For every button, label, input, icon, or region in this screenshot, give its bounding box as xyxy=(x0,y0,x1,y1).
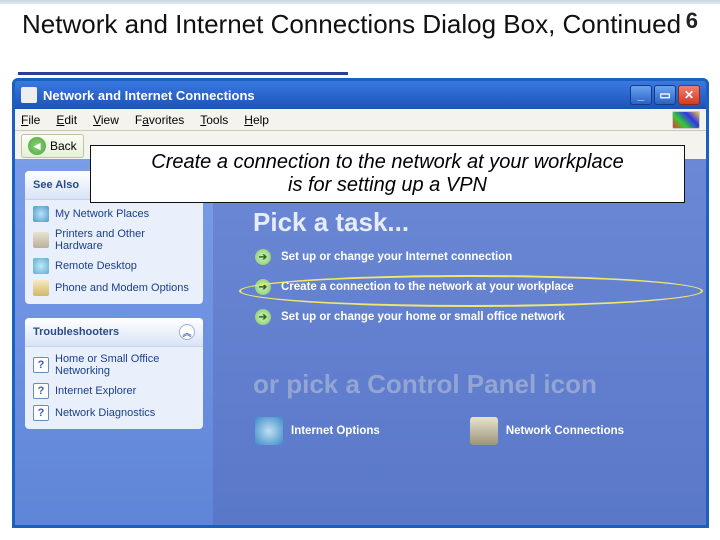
main-pane: Network and Internet Connections Pick a … xyxy=(213,159,706,525)
sidebar-item-label: My Network Places xyxy=(55,208,149,220)
callout-line1: Create a connection to the network at yo… xyxy=(151,151,623,174)
sidebar-item-label: Phone and Modem Options xyxy=(55,282,189,294)
slide-title-underline xyxy=(18,72,348,75)
task-setup-internet[interactable]: ➔ Set up or change your Internet connecti… xyxy=(255,249,692,265)
printer-icon xyxy=(33,232,49,248)
menu-edit[interactable]: Edit xyxy=(56,113,77,127)
arrow-right-icon: ➔ xyxy=(255,249,271,265)
help-icon: ? xyxy=(33,405,49,421)
back-button[interactable]: ◄ Back xyxy=(21,134,84,158)
window-title: Network and Internet Connections xyxy=(43,88,255,103)
task-label: Create a connection to the network at yo… xyxy=(281,281,574,293)
help-icon: ? xyxy=(33,357,49,373)
window-titlebar[interactable]: Network and Internet Connections _ ▭ ✕ xyxy=(15,81,706,109)
cp-item-label: Internet Options xyxy=(291,425,380,437)
slide-title: Network and Internet Connections Dialog … xyxy=(22,10,681,40)
network-connections-icon xyxy=(470,417,498,445)
cp-item-internet-options[interactable]: Internet Options xyxy=(255,417,380,445)
task-label: Set up or change your Internet connectio… xyxy=(281,251,512,263)
maximize-button[interactable]: ▭ xyxy=(654,85,676,105)
sidebar-item-label: Internet Explorer xyxy=(55,385,136,397)
window-client-area: See Also ︽ My Network Places Printers an… xyxy=(15,159,706,525)
windows-flag-icon xyxy=(672,111,700,129)
menu-view[interactable]: View xyxy=(93,113,119,127)
slide-page-number: 6 xyxy=(686,8,698,34)
sidebar-item-label: Home or Small Office Networking xyxy=(55,353,195,377)
panel-troubleshooters: Troubleshooters ︽ ? Home or Small Office … xyxy=(25,318,203,429)
arrow-right-icon: ➔ xyxy=(255,309,271,325)
sidebar-item-printers[interactable]: Printers and Other Hardware xyxy=(33,228,195,252)
sidebar-item-my-network-places[interactable]: My Network Places xyxy=(33,206,195,222)
menu-tools[interactable]: Tools xyxy=(200,113,228,127)
pick-a-task-heading: Pick a task... xyxy=(253,207,409,238)
task-label: Set up or change your home or small offi… xyxy=(281,311,565,323)
panel-title-see-also: See Also xyxy=(33,179,79,191)
sidebar: See Also ︽ My Network Places Printers an… xyxy=(15,159,213,525)
task-create-workplace-connection[interactable]: ➔ Create a connection to the network at y… xyxy=(255,279,692,295)
menu-bar: File Edit View Favorites Tools Help xyxy=(15,109,706,131)
chevron-up-icon[interactable]: ︽ xyxy=(179,324,195,340)
annotation-callout: Create a connection to the network at yo… xyxy=(90,145,685,203)
minimize-button[interactable]: _ xyxy=(630,85,652,105)
task-setup-home-network[interactable]: ➔ Set up or change your home or small off… xyxy=(255,309,692,325)
phone-modem-icon xyxy=(33,280,49,296)
menu-file[interactable]: File xyxy=(21,113,40,127)
control-panel-items: Internet Options Network Connections xyxy=(255,417,624,445)
window-icon xyxy=(21,87,37,103)
sidebar-item-label: Printers and Other Hardware xyxy=(55,228,195,252)
help-icon: ? xyxy=(33,383,49,399)
back-arrow-icon: ◄ xyxy=(28,137,46,155)
callout-line2: is for setting up a VPN xyxy=(288,174,487,197)
back-label: Back xyxy=(50,139,77,153)
sidebar-item-phone-modem[interactable]: Phone and Modem Options xyxy=(33,280,195,296)
panel-header-troubleshooters[interactable]: Troubleshooters ︽ xyxy=(25,318,203,347)
sidebar-item-home-office-net[interactable]: ? Home or Small Office Networking xyxy=(33,353,195,377)
sidebar-item-network-diag[interactable]: ? Network Diagnostics xyxy=(33,405,195,421)
sidebar-item-ie-troubleshoot[interactable]: ? Internet Explorer xyxy=(33,383,195,399)
close-button[interactable]: ✕ xyxy=(678,85,700,105)
remote-desktop-icon xyxy=(33,258,49,274)
task-list: ➔ Set up or change your Internet connecti… xyxy=(255,249,692,325)
menu-favorites[interactable]: Favorites xyxy=(135,113,184,127)
pick-control-panel-icon-heading: or pick a Control Panel icon xyxy=(253,369,597,400)
internet-options-icon xyxy=(255,417,283,445)
cp-item-network-connections[interactable]: Network Connections xyxy=(470,417,624,445)
sidebar-item-label: Network Diagnostics xyxy=(55,407,155,419)
sidebar-item-label: Remote Desktop xyxy=(55,260,137,272)
panel-title-troubleshooters: Troubleshooters xyxy=(33,326,119,338)
slide-top-rule xyxy=(0,0,720,4)
arrow-right-icon: ➔ xyxy=(255,279,271,295)
sidebar-item-remote-desktop[interactable]: Remote Desktop xyxy=(33,258,195,274)
network-places-icon xyxy=(33,206,49,222)
cp-item-label: Network Connections xyxy=(506,425,624,437)
menu-help[interactable]: Help xyxy=(244,113,269,127)
